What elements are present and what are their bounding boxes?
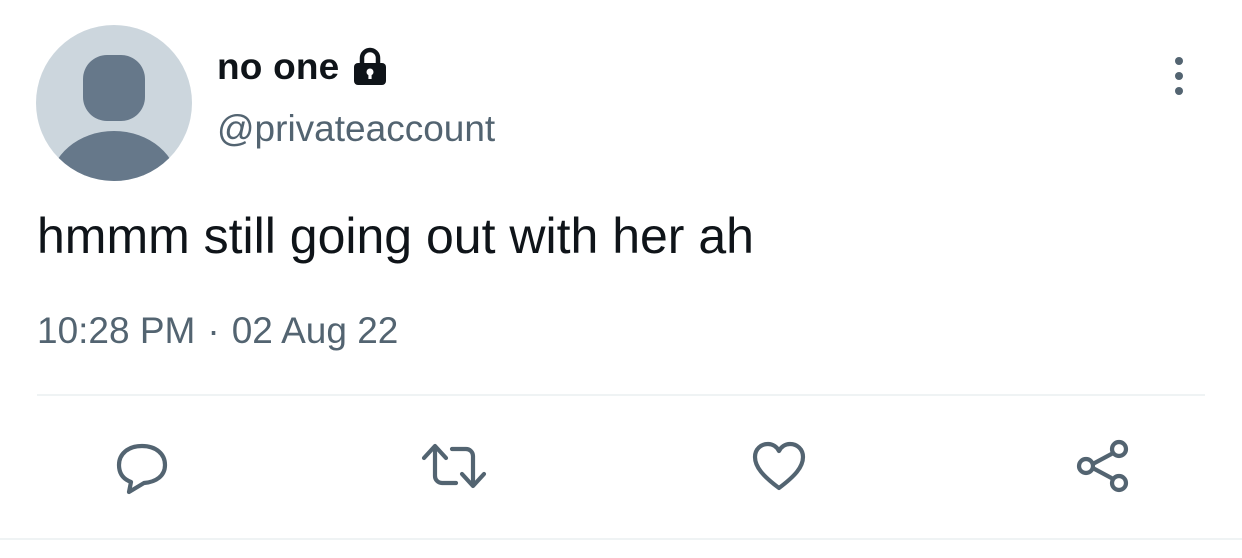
share-icon	[1076, 439, 1129, 493]
share-button[interactable]	[1067, 430, 1139, 502]
timestamp-separator: ·	[207, 310, 220, 351]
bottom-divider	[0, 538, 1242, 540]
action-bar	[0, 430, 1242, 502]
tweet-date: 02 Aug 22	[231, 310, 399, 351]
more-options-button[interactable]	[1160, 52, 1198, 100]
retweet-icon	[421, 443, 487, 489]
display-name[interactable]: no one	[217, 46, 339, 88]
reply-button[interactable]	[106, 430, 178, 502]
avatar[interactable]	[36, 25, 192, 181]
reply-icon	[116, 443, 168, 495]
author-name-row: no one	[217, 43, 389, 91]
retweet-button[interactable]	[418, 430, 490, 502]
more-vertical-icon	[1175, 57, 1183, 95]
lock-icon	[351, 47, 389, 87]
heart-icon	[752, 441, 806, 491]
tweet-timestamp[interactable]: 10:28 PM · 02 Aug 22	[37, 310, 398, 352]
tweet-text: hmmm still going out with her ah	[37, 208, 754, 264]
user-handle[interactable]: @privateaccount	[217, 108, 495, 150]
default-profile-avatar-icon	[50, 55, 178, 181]
divider	[37, 394, 1205, 396]
like-button[interactable]	[743, 430, 815, 502]
tweet-time: 10:28 PM	[37, 310, 196, 351]
